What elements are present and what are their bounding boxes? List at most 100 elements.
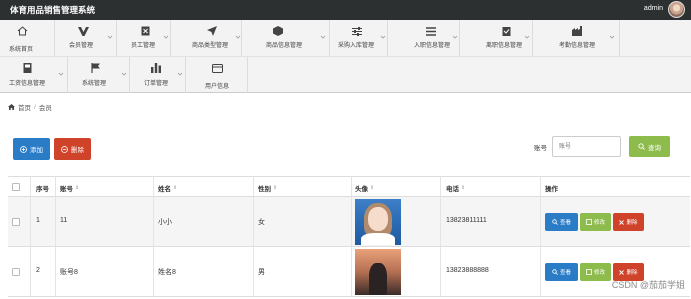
delete-row-button-label: 删除 xyxy=(626,220,638,226)
chevron-down-icon xyxy=(107,35,113,39)
row-account: 账号8 xyxy=(60,269,78,276)
column-divider xyxy=(153,176,154,297)
book-icon xyxy=(21,62,33,74)
search-icon xyxy=(552,269,558,275)
close-icon xyxy=(619,219,625,225)
home-icon xyxy=(16,25,28,37)
delete-row-button-label: 删除 xyxy=(626,270,638,276)
nav-item-attendance[interactable]: 考勤信息管理 xyxy=(533,20,620,56)
avatar[interactable] xyxy=(668,1,685,18)
breadcrumb-separator: / xyxy=(34,103,36,111)
nav-item-orders[interactable]: 订单管理 xyxy=(130,57,186,93)
sort-icon: ⇕ xyxy=(75,185,80,191)
sort-icon: ⇕ xyxy=(173,185,178,191)
chevron-down-icon xyxy=(320,35,326,39)
username[interactable]: admin xyxy=(644,5,663,12)
watermark: CSDN @茄茄学姐 xyxy=(611,280,685,290)
query-button-label: 查询 xyxy=(648,144,661,152)
nav-label: 采购入库管理 xyxy=(338,43,375,49)
row-name: 小小 xyxy=(158,219,172,226)
breadcrumb: 首页 / 会员 xyxy=(8,102,52,112)
search-icon xyxy=(552,219,558,225)
nav-item-member[interactable]: 会员管理 xyxy=(55,20,117,56)
view-button[interactable]: 查看 xyxy=(545,213,578,231)
nav-item-product-info[interactable]: 商品信息管理 xyxy=(242,20,330,56)
row-index: 1 xyxy=(36,217,40,224)
delete-row-button[interactable]: 删除 xyxy=(613,213,644,231)
nav-item-user-info[interactable]: 用户信息 xyxy=(186,57,248,93)
nav-item-onboarding[interactable]: 入职信息管理 xyxy=(388,20,460,56)
header-actions: 操作 xyxy=(545,183,558,193)
delete-button[interactable]: 删除 xyxy=(54,138,91,160)
nav-label: 员工管理 xyxy=(131,43,156,49)
nav-label: 系统管理 xyxy=(82,81,107,87)
column-divider xyxy=(253,176,254,297)
cube-icon xyxy=(272,25,284,37)
breadcrumb-current: 会员 xyxy=(38,105,52,112)
edit-icon xyxy=(586,269,592,275)
column-divider xyxy=(351,176,352,297)
header-index: 序号 xyxy=(36,183,49,193)
nav-item-home[interactable]: 系统首页 xyxy=(0,20,55,56)
nav-label: 入职信息管理 xyxy=(414,43,451,49)
nav-item-system[interactable]: 系统管理 xyxy=(68,57,130,93)
search-input[interactable] xyxy=(552,136,621,157)
header-account[interactable]: 账号 ⇕ xyxy=(60,183,79,193)
chevron-down-icon xyxy=(58,72,64,76)
nav-label: 用户信息 xyxy=(205,84,230,90)
vip-icon xyxy=(77,25,89,37)
flag-icon xyxy=(90,62,102,74)
row-gender: 女 xyxy=(258,219,265,226)
row-gender: 男 xyxy=(258,269,265,276)
view-button-label: 查看 xyxy=(559,220,571,226)
search-icon xyxy=(638,143,645,150)
edit-button[interactable]: 修改 xyxy=(580,213,611,231)
nav-item-resignation[interactable]: 离职信息管理 xyxy=(460,20,533,56)
search-label: 账号 xyxy=(534,145,547,152)
edit-button-label: 修改 xyxy=(593,270,605,276)
nav-item-salary[interactable]: 工资信息管理 xyxy=(0,57,68,93)
header-actions-label: 操作 xyxy=(545,186,558,193)
send-icon xyxy=(206,25,218,37)
header-phone[interactable]: 电话 ⇕ xyxy=(446,183,465,193)
add-button[interactable]: 添加 xyxy=(13,138,50,160)
edit-button-label: 修改 xyxy=(593,220,605,226)
header-account-label: 账号 xyxy=(60,186,73,193)
header-name[interactable]: 姓名 ⇕ xyxy=(158,183,177,193)
close-icon xyxy=(619,269,625,275)
chevron-down-icon xyxy=(235,35,241,39)
row-account: 11 xyxy=(60,217,68,224)
nav-label: 商品信息管理 xyxy=(266,43,303,49)
view-button[interactable]: 查看 xyxy=(545,263,578,281)
edit-icon xyxy=(586,219,592,225)
select-all-checkbox[interactable] xyxy=(12,183,20,191)
clipboard-icon xyxy=(500,25,512,37)
chevron-down-icon xyxy=(163,35,169,39)
breadcrumb-home[interactable]: 首页 xyxy=(18,102,31,112)
nav-item-purchase[interactable]: 采购入库管理 xyxy=(330,20,388,56)
chevron-down-icon xyxy=(177,72,183,76)
nav-label: 系统首页 xyxy=(9,47,34,53)
edit-button[interactable]: 修改 xyxy=(580,263,611,281)
nav-label: 商品类型管理 xyxy=(192,43,229,49)
chevron-down-icon xyxy=(380,35,386,39)
sort-icon: ⇕ xyxy=(461,185,466,191)
row-checkbox[interactable] xyxy=(12,218,20,226)
main-nav: 系统首页 会员管理 员工管理 商品类型管理 商品信息管理 采购入库管理 入职信息… xyxy=(0,20,691,93)
minus-circle-icon xyxy=(61,145,68,153)
bar-chart-icon xyxy=(150,62,162,74)
header-gender[interactable]: 性别 ⇕ xyxy=(258,183,277,193)
nav-item-staff[interactable]: 员工管理 xyxy=(117,20,171,56)
top-bar: 体育用品销售管理系统 admin xyxy=(0,0,691,20)
header-avatar[interactable]: 头像 ⇕ xyxy=(355,183,374,193)
row-checkbox[interactable] xyxy=(12,268,20,276)
column-divider xyxy=(30,176,31,297)
query-button[interactable]: 查询 xyxy=(629,136,670,157)
header-index-label: 序号 xyxy=(36,186,49,193)
sliders-icon xyxy=(351,25,363,37)
list-icon xyxy=(425,25,437,37)
table-header: 序号 账号 ⇕ 姓名 ⇕ 性别 ⇕ 头像 ⇕ 电话 ⇕ 操作 xyxy=(8,176,690,197)
header-name-label: 姓名 xyxy=(158,186,171,193)
nav-item-product-type[interactable]: 商品类型管理 xyxy=(171,20,242,56)
add-button-label: 添加 xyxy=(30,147,43,154)
